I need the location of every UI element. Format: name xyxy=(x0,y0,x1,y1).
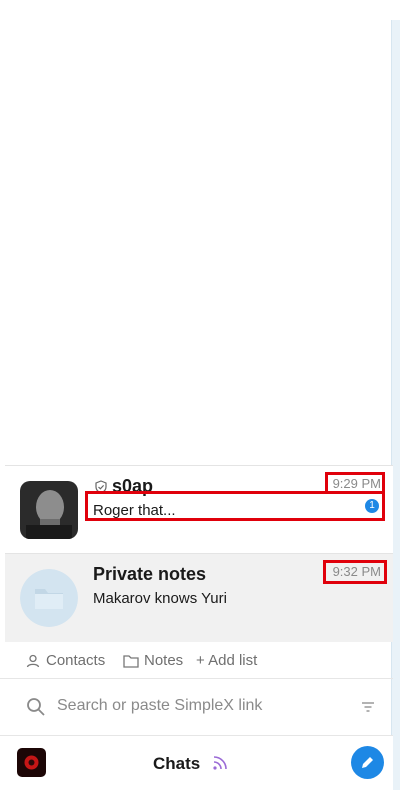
rss-icon[interactable] xyxy=(212,755,228,776)
chat-row-private-notes[interactable]: Private notes 9:32 PM Makarov knows Yuri xyxy=(5,553,393,642)
chat-preview: Makarov knows Yuri xyxy=(93,590,227,607)
highlight-box-time xyxy=(323,560,387,584)
add-list-button[interactable]: + Add list xyxy=(196,652,257,669)
filter-contacts[interactable]: Contacts xyxy=(46,652,105,669)
contact-avatar xyxy=(20,481,78,539)
bottom-bar: Chats xyxy=(0,736,393,790)
contacts-icon xyxy=(26,654,40,673)
bottom-title: Chats xyxy=(153,754,201,773)
pencil-icon xyxy=(360,755,375,775)
highlight-box-preview xyxy=(85,491,385,521)
chat-list-filters: Contacts Notes + Add list xyxy=(0,642,393,679)
search-icon xyxy=(26,697,46,722)
chat-row-s0ap[interactable]: s0ap 9:29 PM Roger that... 1 xyxy=(5,465,393,554)
search-input[interactable]: Search or paste SimpleX link xyxy=(57,697,262,715)
filter-icon[interactable] xyxy=(361,700,375,718)
filter-notes[interactable]: Notes xyxy=(144,652,183,669)
compose-button[interactable] xyxy=(351,746,384,779)
folder-icon xyxy=(123,654,139,673)
user-profile-avatar[interactable] xyxy=(17,748,46,777)
chat-title: Private notes xyxy=(93,564,207,584)
private-notes-folder-icon xyxy=(20,569,78,627)
search-bar[interactable]: Search or paste SimpleX link xyxy=(0,679,393,736)
